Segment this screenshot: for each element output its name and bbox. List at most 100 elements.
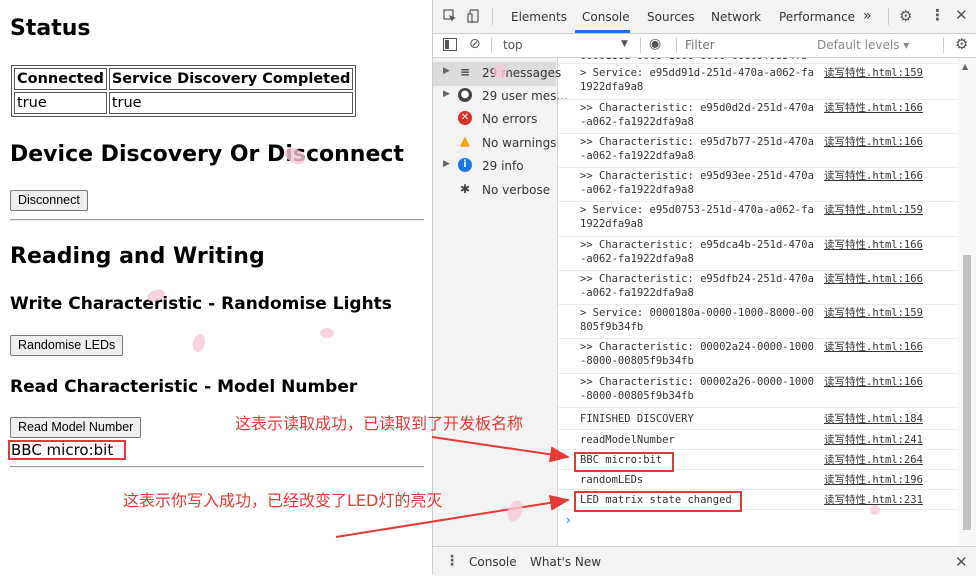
more-tabs-button[interactable]: » (863, 8, 872, 24)
console-sidebar: ▶ ≡ 29 messages ▶ ● 29 user mes... ✕ No … (433, 58, 568, 546)
inspect-element-icon[interactable] (443, 9, 457, 27)
log-source-link[interactable]: 读写特性.html:159 (824, 67, 923, 81)
sidebar-item-label: No errors (482, 112, 538, 126)
filter-input[interactable] (683, 36, 807, 54)
log-message: 0000180a-0000-1000-8000-00805f9b34fb (580, 58, 814, 64)
status-value-row: true true (14, 92, 354, 114)
info-icon: i (458, 158, 472, 172)
tab-console[interactable]: Console (582, 10, 630, 24)
expand-arrow-icon[interactable]: ▶ (443, 89, 450, 99)
status-heading: Status (10, 16, 91, 41)
tab-performance[interactable]: Performance (779, 10, 855, 24)
log-row: >> Characteristic: e95d0d2d-251d-470a-a0… (558, 100, 958, 134)
divider (491, 38, 492, 53)
log-message: >> Characteristic: e95d0d2d-251d-470a-a0… (580, 102, 814, 128)
log-source-link[interactable]: 读写特性.html:264 (824, 454, 923, 468)
read-heading: Read Characteristic - Model Number (10, 377, 358, 397)
device-toolbar-icon[interactable] (467, 9, 481, 27)
log-source-link[interactable]: 读写特性.html:166 (824, 376, 923, 390)
log-source-link[interactable]: 读写特性.html:166 (824, 102, 923, 116)
log-source-link[interactable]: 读写特性.html:166 (824, 170, 923, 184)
sidebar-item-label: 29 user mes... (482, 89, 568, 103)
log-source-link[interactable]: 读写特性.html:166 (824, 341, 923, 355)
sidebar-item-info[interactable]: ▶ i 29 info (433, 155, 556, 179)
log-row: >> Characteristic: e95d93ee-251d-470a-a0… (558, 168, 958, 202)
read-model-number-button[interactable]: Read Model Number (10, 417, 142, 438)
log-message: >> Characteristic: 00002a24-0000-1000-80… (580, 341, 814, 367)
log-source-link[interactable]: 读写特性.html:159 (824, 204, 923, 218)
drawer-tab-whats-new[interactable]: What's New (530, 555, 601, 569)
log-row: FINISHED DISCOVERY 读写特性.html:184 (558, 408, 958, 430)
sidebar-item-warnings[interactable]: ▲ No warnings (433, 132, 556, 156)
device-heading: Device Discovery Or Disconnect (10, 142, 404, 167)
eye-icon[interactable]: ◉ (649, 37, 661, 51)
expand-arrow-icon[interactable]: ▶ (443, 159, 450, 169)
divider (888, 8, 889, 25)
log-row: 0000180a-0000-1000-8000-00805f9b34fb (558, 58, 958, 64)
user-icon: ● (458, 88, 472, 102)
console-settings-gear-icon[interactable]: ⚙ (955, 37, 968, 52)
log-message: >> Characteristic: e95dfb24-251d-470a-a0… (580, 273, 814, 299)
value-service-discovery: true (108, 92, 354, 114)
highlight-box (574, 452, 674, 472)
devtools-tabbar: Elements Console Sources Network Perform… (433, 0, 976, 34)
disconnect-button[interactable]: Disconnect (10, 190, 88, 211)
log-row: >> Characteristic: 00002a26-0000-1000-80… (558, 374, 958, 408)
settings-gear-icon[interactable]: ⚙ (899, 9, 912, 24)
divider (640, 38, 641, 53)
log-row: > Service: 0000180a-0000-1000-8000-00805… (558, 305, 958, 339)
sidebar-item-user-messages[interactable]: ▶ ● 29 user mes... (433, 85, 568, 109)
log-message: > Service: e95dd91d-251d-470a-a062-fa192… (580, 67, 814, 93)
log-row: readModelNumber 读写特性.html:241 (558, 430, 958, 450)
sidebar-item-label: 29 info (482, 159, 524, 173)
log-source-link[interactable]: 读写特性.html:166 (824, 136, 923, 150)
petal-decoration (493, 64, 507, 78)
close-drawer-icon[interactable]: ✕ (955, 553, 968, 571)
divider (10, 219, 424, 221)
tab-network[interactable]: Network (711, 10, 761, 24)
header-connected: Connected (14, 68, 107, 90)
sidebar-item-errors[interactable]: ✕ No errors (433, 108, 556, 132)
drawer-tab-console[interactable]: Console (469, 555, 517, 569)
log-source-link[interactable]: 读写特性.html:166 (824, 273, 923, 287)
show-sidebar-icon[interactable] (443, 38, 457, 55)
status-header-row: Connected Service Discovery Completed (14, 68, 354, 90)
log-row: >> Characteristic: e95d7b77-251d-470a-a0… (558, 134, 958, 168)
log-row: > Service: e95d0753-251d-470a-a062-fa192… (558, 202, 958, 237)
log-message: >> Characteristic: e95d7b77-251d-470a-a0… (580, 136, 814, 162)
model-number-value: BBC micro:bit (8, 440, 126, 460)
clear-console-icon[interactable]: ⊘ (469, 37, 481, 51)
log-levels-dropdown[interactable]: Default levels ▾ (817, 38, 909, 52)
list-icon: ≡ (459, 65, 471, 79)
scroll-up-arrow-icon[interactable]: ▲ (962, 62, 968, 71)
tab-sources[interactable]: Sources (647, 10, 694, 24)
randomise-leds-button[interactable]: Randomise LEDs (10, 335, 124, 356)
header-service-discovery: Service Discovery Completed (108, 68, 354, 90)
expand-arrow-icon[interactable]: ▶ (443, 66, 450, 76)
warning-icon: ▲ (460, 134, 470, 149)
log-source-link[interactable]: 读写特性.html:159 (824, 307, 923, 321)
rw-heading: Reading and Writing (10, 244, 265, 269)
close-devtools-icon[interactable]: ✕ (955, 8, 968, 23)
log-source-link[interactable]: 读写特性.html:184 (824, 413, 923, 427)
chevron-down-icon[interactable]: ▼ (621, 39, 628, 49)
log-row: >> Characteristic: e95dca4b-251d-470a-a0… (558, 237, 958, 271)
scrollbar-thumb[interactable] (963, 255, 971, 530)
log-message: readModelNumber (580, 434, 675, 446)
log-row: >> Characteristic: e95dfb24-251d-470a-a0… (558, 271, 958, 305)
log-message: >> Characteristic: e95dca4b-251d-470a-a0… (580, 239, 814, 265)
read-success-note: 这表示读取成功，已读取到了开发板名称 (235, 414, 524, 433)
divider (676, 38, 677, 53)
more-options-icon[interactable]: ⋮ (930, 8, 945, 23)
log-message: >> Characteristic: 00002a26-0000-1000-80… (580, 376, 814, 402)
divider (10, 466, 424, 468)
drawer-menu-icon[interactable]: ⋮ (445, 553, 459, 569)
sidebar-item-verbose[interactable]: ✱ No verbose (433, 179, 556, 203)
value-connected: true (14, 92, 107, 114)
log-source-link[interactable]: 读写特性.html:166 (824, 239, 923, 253)
console-prompt[interactable]: › (566, 513, 571, 527)
log-source-link[interactable]: 读写特性.html:196 (824, 474, 923, 488)
context-selector[interactable]: top (503, 38, 523, 52)
log-source-link[interactable]: 读写特性.html:241 (824, 434, 923, 448)
tab-elements[interactable]: Elements (511, 10, 567, 24)
